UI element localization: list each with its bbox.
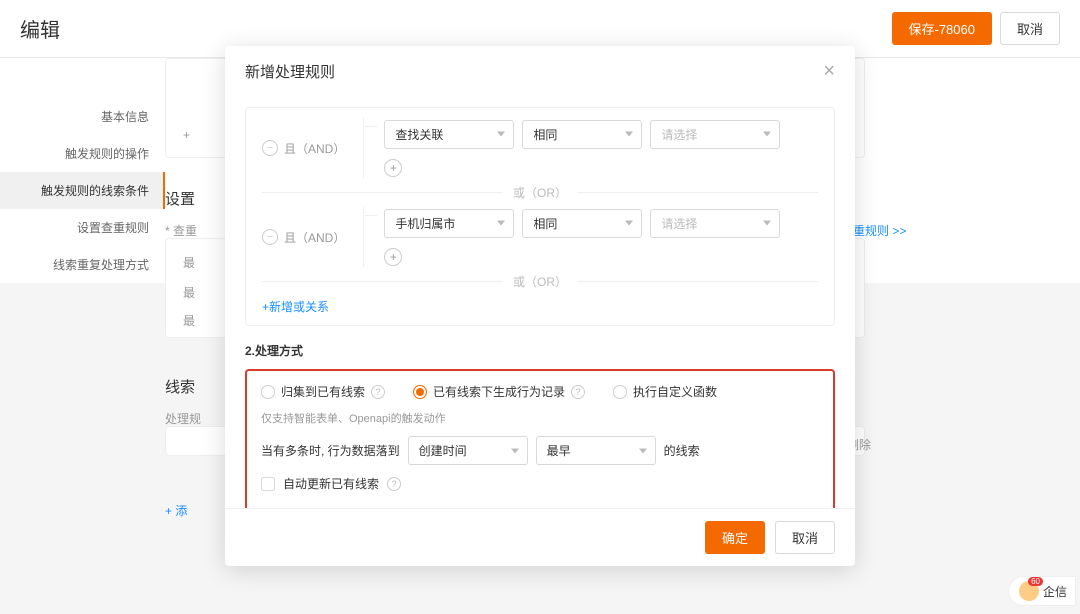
- order-select[interactable]: 最早: [536, 436, 656, 465]
- field-select[interactable]: 查找关联: [384, 120, 514, 149]
- processing-box: 归集到已有线索 ? 已有线索下生成行为记录 ? 执行自定义函数 仅支持智能表单、…: [245, 369, 835, 508]
- or-divider: 或（OR）: [262, 273, 818, 290]
- or-divider: 或（OR）: [262, 184, 818, 201]
- help-icon[interactable]: ?: [387, 477, 401, 491]
- qixin-label: 企信: [1043, 583, 1067, 600]
- qixin-icon: 60: [1019, 581, 1039, 601]
- modal-cancel-button[interactable]: 取消: [775, 521, 835, 554]
- add-condition-icon[interactable]: +: [384, 159, 402, 177]
- section-title: 2.处理方式: [245, 342, 835, 359]
- radio-icon: [613, 385, 627, 399]
- value-select[interactable]: 请选择: [650, 120, 780, 149]
- modal-ok-button[interactable]: 确定: [705, 521, 765, 554]
- multi-suffix: 的线索: [664, 442, 700, 459]
- and-label: 且（AND）: [284, 229, 345, 246]
- multi-label: 当有多条时, 行为数据落到: [261, 442, 400, 459]
- remove-group-icon[interactable]: −: [262, 229, 278, 245]
- radio-icon: [261, 385, 275, 399]
- op-select[interactable]: 相同: [522, 120, 642, 149]
- add-condition-icon[interactable]: +: [384, 248, 402, 266]
- condition-panel: − 且（AND） 查找关联 相同 请选择 + 或（OR）: [245, 107, 835, 326]
- auto-update-checkbox[interactable]: [261, 477, 275, 491]
- and-label: 且（AND）: [284, 140, 345, 157]
- modal: 新增处理规则 × − 且（AND） 查找关联 相同 请选择: [225, 46, 855, 566]
- help-icon[interactable]: ?: [571, 385, 585, 399]
- help-icon[interactable]: ?: [371, 385, 385, 399]
- time-field-select[interactable]: 创建时间: [408, 436, 528, 465]
- op-select[interactable]: 相同: [522, 209, 642, 238]
- radio-behavior[interactable]: 已有线索下生成行为记录 ?: [413, 383, 585, 400]
- value-select[interactable]: 请选择: [650, 209, 780, 238]
- radio-merge[interactable]: 归集到已有线索 ?: [261, 383, 385, 400]
- badge-count: 60: [1028, 577, 1043, 586]
- remove-group-icon[interactable]: −: [262, 140, 278, 156]
- radio-custom-fn[interactable]: 执行自定义函数: [613, 383, 717, 400]
- close-icon[interactable]: ×: [823, 60, 835, 83]
- qixin-badge[interactable]: 60 企信: [1008, 576, 1076, 606]
- auto-update-label: 自动更新已有线索: [283, 475, 379, 492]
- field-select[interactable]: 手机归属市: [384, 209, 514, 238]
- modal-title: 新增处理规则: [245, 61, 335, 82]
- add-or-link[interactable]: +新增或关系: [262, 298, 818, 315]
- radio-icon: [413, 385, 427, 399]
- hint-text: 仅支持智能表单、Openapi的触发动作: [261, 410, 819, 426]
